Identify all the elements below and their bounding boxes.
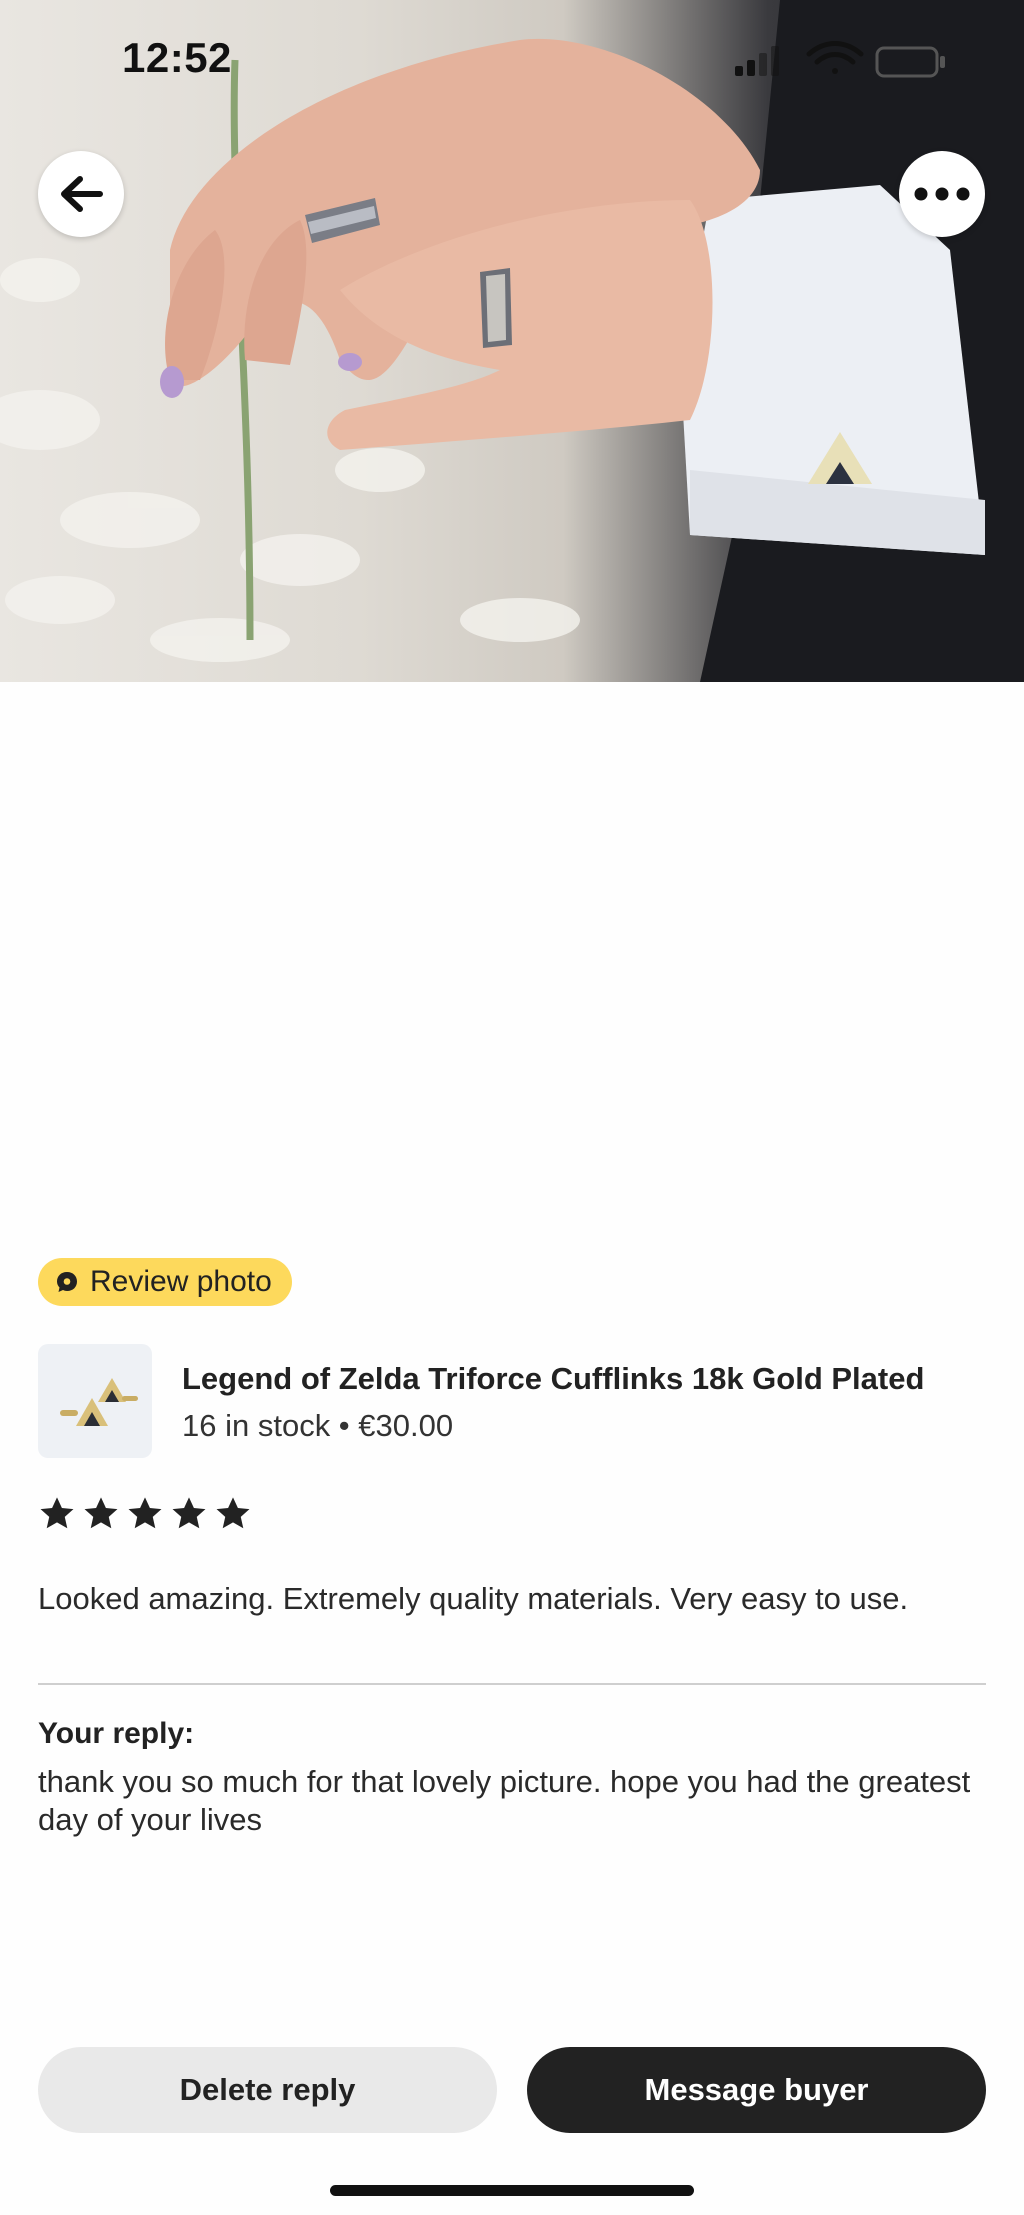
divider xyxy=(38,1683,986,1685)
star-filled-icon xyxy=(172,1497,206,1529)
star-filled-icon xyxy=(128,1497,162,1529)
product-title[interactable]: Legend of Zelda Triforce Cufflinks 18k G… xyxy=(182,1361,924,1397)
review-photo-image xyxy=(0,0,1024,682)
star-filled-icon xyxy=(40,1497,74,1529)
cellular-signal-icon xyxy=(735,46,779,76)
product-thumbnail[interactable] xyxy=(38,1344,152,1458)
more-options-button[interactable] xyxy=(899,151,985,237)
message-buyer-button[interactable]: Message buyer xyxy=(527,2047,986,2133)
review-rating xyxy=(38,1495,252,1533)
status-bar-icons xyxy=(735,40,975,80)
reply-text: thank you so much for that lovely pictur… xyxy=(38,1764,971,1837)
back-button[interactable] xyxy=(38,151,124,237)
status-bar-time: 12:52 xyxy=(122,34,232,81)
delete-reply-button[interactable]: Delete reply xyxy=(38,2047,497,2133)
home-indicator[interactable] xyxy=(330,2185,694,2196)
review-text: Looked amazing. Extremely quality materi… xyxy=(38,1581,909,1616)
review-photo-badge-label: Review photo xyxy=(90,1265,272,1298)
star-filled-icon xyxy=(84,1497,118,1529)
review-photo-icon xyxy=(57,1272,77,1292)
more-horizontal-icon xyxy=(914,187,970,201)
review-photo-badge: Review photo xyxy=(38,1258,292,1306)
arrow-left-icon xyxy=(61,176,103,212)
battery-icon xyxy=(875,46,945,78)
product-summary[interactable]: Legend of Zelda Triforce Cufflinks 18k G… xyxy=(38,1344,986,1458)
product-stock-price: 16 in stock • €30.00 xyxy=(182,1408,454,1443)
reply-label: Your reply: xyxy=(38,1717,195,1750)
wifi-icon xyxy=(806,41,864,74)
review-photo[interactable] xyxy=(0,0,1024,682)
star-filled-icon xyxy=(216,1497,250,1529)
